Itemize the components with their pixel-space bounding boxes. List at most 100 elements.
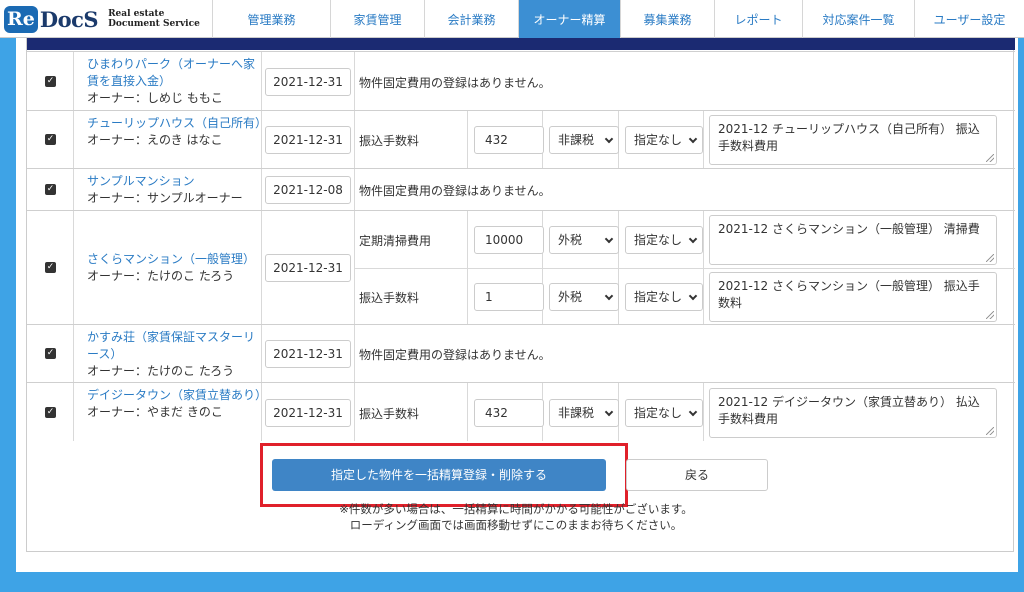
tax-select-value: 非課税 xyxy=(558,405,595,420)
table-header xyxy=(27,38,1015,50)
processing-note: ※件数が多い場合は、一括精算に時間がかかる可能性がございます。 ローディング画面… xyxy=(266,501,766,533)
comment-textarea[interactable]: 2021-12 デイジータウン（家賃立替あり） 払込手数料費用 xyxy=(709,387,997,438)
owner-name: オーナー：やまだ きのこ xyxy=(87,405,223,419)
chevron-down-icon xyxy=(604,291,614,300)
column-divider xyxy=(73,383,74,441)
property-cell: かすみ荘（家賃保証マスターリース） オーナー：たけのこ たろう xyxy=(87,329,265,380)
amount-input[interactable]: 10000 xyxy=(474,225,544,254)
resize-grip-icon[interactable] xyxy=(986,253,994,262)
tax-select[interactable]: 非課税 xyxy=(549,398,619,427)
nav-item-2[interactable]: 会計業務 xyxy=(424,0,518,38)
property-cell: ひまわりパーク（オーナーへ家賃を直接入金） オーナー：しめじ ももこ xyxy=(87,56,265,107)
nav-item-3[interactable]: オーナー精算 xyxy=(518,0,620,38)
comment-textarea[interactable]: 2021-12 さくらマンション（一般管理） 清掃費 xyxy=(709,214,997,265)
nav-item-6[interactable]: 対応案件一覧 xyxy=(802,0,914,38)
row-checkbox[interactable]: ✓ xyxy=(45,406,56,418)
row-checkbox[interactable]: ✓ xyxy=(45,184,56,195)
logo-name: DocS xyxy=(39,6,99,32)
main-nav: 管理業務 家賃管理 会計業務 オーナー精算 募集業務 レポート 対応案件一覧 ユーザー設定 xyxy=(212,0,1024,38)
property-link[interactable]: デイジータウン（家賃立替あり） xyxy=(87,387,267,404)
spec-select[interactable]: 指定なし xyxy=(625,282,703,311)
spec-select[interactable]: 指定なし xyxy=(625,398,703,427)
property-cell: チューリップハウス（自己所有） オーナー：えのき はなこ xyxy=(87,115,267,149)
no-fee-message: 物件固定費用の登録はありません。 xyxy=(359,184,551,198)
property-link[interactable]: さくらマンション（一般管理） xyxy=(87,251,265,268)
fee-name: 振込手数料 xyxy=(359,406,420,421)
column-divider xyxy=(703,383,704,441)
property-cell: さくらマンション（一般管理） オーナー：たけのこ たろう xyxy=(87,251,265,285)
resize-grip-icon[interactable] xyxy=(986,310,994,319)
property-link[interactable]: かすみ荘（家賃保証マスターリース） xyxy=(87,329,265,363)
column-divider xyxy=(354,169,355,210)
row-checkbox[interactable]: ✓ xyxy=(45,262,56,273)
resize-grip-icon[interactable] xyxy=(986,426,994,435)
row-checkbox[interactable]: ✓ xyxy=(45,75,56,87)
comment-text: 2021-12 さくらマンション（一般管理） 清掃費 xyxy=(718,221,980,236)
note-line-2: ローディング画面では画面移動せずにこのままお待ちください。 xyxy=(349,518,683,532)
row-checkbox[interactable]: ✓ xyxy=(45,134,56,145)
table-row: ✓ ひまわりパーク（オーナーへ家賃を直接入金） オーナー：しめじ ももこ 2021-1… xyxy=(27,51,1015,110)
column-divider xyxy=(354,52,355,110)
property-link[interactable]: サンプルマンション xyxy=(87,173,265,190)
tax-select[interactable]: 外税 xyxy=(549,225,619,254)
resize-grip-icon[interactable] xyxy=(986,154,994,162)
date-input[interactable]: 2021-12-31 xyxy=(265,340,351,368)
nav-item-0[interactable]: 管理業務 xyxy=(212,0,330,38)
no-fee-message: 物件固定費用の登録はありません。 xyxy=(359,75,551,90)
logo[interactable]: Re DocS Real estate Document Service xyxy=(0,0,212,38)
column-divider xyxy=(354,383,355,441)
table-row: ✓ サンプルマンション オーナー：サンプルオーナー 2021-12-08 物件固定費用の… xyxy=(27,168,1015,210)
column-divider xyxy=(73,169,74,210)
chevron-down-icon xyxy=(688,407,698,416)
back-button[interactable]: 戻る xyxy=(626,459,768,491)
date-input[interactable]: 2021-12-31 xyxy=(265,254,351,282)
amount-input[interactable]: 1 xyxy=(474,282,544,311)
main-panel: ✓ ひまわりパーク（オーナーへ家賃を直接入金） オーナー：しめじ ももこ 2021-1… xyxy=(16,38,1018,572)
comment-text: 2021-12 デイジータウン（家賃立替あり） 払込手数料費用 xyxy=(718,394,980,426)
tax-select-value: 外税 xyxy=(558,232,583,247)
column-divider xyxy=(467,211,468,324)
chevron-down-icon xyxy=(688,291,698,300)
tax-select-value: 非課税 xyxy=(558,133,595,147)
comment-text: 2021-12 チューリップハウス（自己所有） 振込手数料費用 xyxy=(718,122,980,153)
spec-select[interactable]: 指定なし xyxy=(625,126,703,154)
fee-divider xyxy=(354,268,1015,269)
table-row: ✓ さくらマンション（一般管理） オーナー：たけのこ たろう 2021-12-31 定期… xyxy=(27,210,1015,324)
property-link[interactable]: ひまわりパーク（オーナーへ家賃を直接入金） xyxy=(87,56,265,90)
owner-name: オーナー：たけのこ たろう xyxy=(87,363,235,378)
date-input[interactable]: 2021-12-31 xyxy=(265,398,351,427)
property-link[interactable]: チューリップハウス（自己所有） xyxy=(87,115,267,132)
chevron-down-icon xyxy=(604,407,614,416)
nav-item-5[interactable]: レポート xyxy=(714,0,802,38)
logo-subtitle-line1: Real estate xyxy=(108,9,165,19)
comment-textarea[interactable]: 2021-12 さくらマンション（一般管理） 振込手数料 xyxy=(709,271,997,322)
property-cell: デイジータウン（家賃立替あり） オーナー：やまだ きのこ xyxy=(87,387,267,421)
tax-select[interactable]: 非課税 xyxy=(549,126,619,154)
chevron-down-icon xyxy=(604,134,614,144)
column-divider xyxy=(703,111,704,168)
spec-select[interactable]: 指定なし xyxy=(625,225,703,254)
chevron-down-icon xyxy=(688,234,698,243)
owner-name: オーナー：えのき はなこ xyxy=(87,132,223,147)
comment-textarea[interactable]: 2021-12 チューリップハウス（自己所有） 振込手数料費用 xyxy=(709,115,997,165)
amount-input[interactable]: 432 xyxy=(474,398,544,427)
chevron-down-icon xyxy=(604,234,614,243)
tax-select[interactable]: 外税 xyxy=(549,282,619,311)
column-divider xyxy=(73,111,74,168)
nav-item-7[interactable]: ユーザー設定 xyxy=(914,0,1024,38)
date-input[interactable]: 2021-12-31 xyxy=(265,126,351,154)
tax-select-value: 外税 xyxy=(558,289,583,304)
column-divider xyxy=(467,111,468,168)
row-checkbox[interactable]: ✓ xyxy=(45,348,56,359)
note-line-1: ※件数が多い場合は、一括精算に時間がかかる可能性がございます。 xyxy=(339,502,693,516)
logo-mark: Re xyxy=(4,5,38,33)
nav-item-1[interactable]: 家賃管理 xyxy=(330,0,424,38)
chevron-down-icon xyxy=(688,134,698,144)
date-input[interactable]: 2021-12-08 xyxy=(265,176,351,204)
nav-item-4[interactable]: 募集業務 xyxy=(620,0,714,38)
date-input[interactable]: 2021-12-31 xyxy=(265,67,351,96)
spec-select-value: 指定なし xyxy=(634,232,683,247)
amount-input[interactable]: 432 xyxy=(474,126,544,154)
bulk-settle-button[interactable]: 指定した物件を一括精算登録・削除する xyxy=(272,459,606,491)
table-row: ✓ かすみ荘（家賃保証マスターリース） オーナー：たけのこ たろう 2021-12-3… xyxy=(27,324,1015,382)
